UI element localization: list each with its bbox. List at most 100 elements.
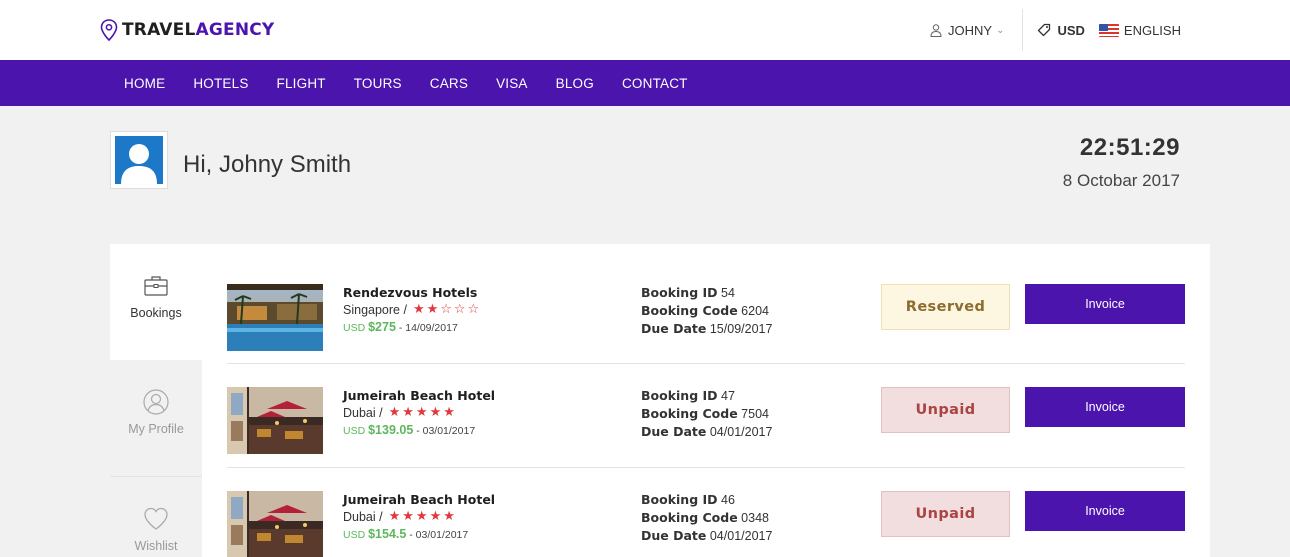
tab-bookings-label: Bookings: [130, 306, 182, 320]
due-date-label: Due Date: [641, 424, 707, 439]
nav-home[interactable]: HOME: [110, 76, 179, 91]
nav-tours[interactable]: TOURS: [340, 76, 416, 91]
booking-info: Booking ID 46 Booking Code 0348 Due Date…: [641, 491, 772, 545]
us-flag-icon: [1098, 23, 1119, 37]
booking-code-value: 0348: [741, 511, 769, 525]
greeting-text: Hi, Johny Smith: [183, 151, 352, 178]
nav-contact[interactable]: CONTACT: [608, 76, 702, 91]
booking-code-label: Booking Code: [641, 303, 738, 318]
hotel-name[interactable]: Jumeirah Beach Hotel: [343, 492, 495, 507]
hotel-terrace-image: [227, 387, 323, 454]
due-date-value: 15/09/2017: [709, 322, 773, 336]
price-line: USD $154.5 - 03/01/2017: [343, 527, 468, 541]
star-rating: ★★★★★: [388, 509, 457, 524]
booking-row: Jumeirah Beach Hotel Dubai / ★★★★★ USD $…: [227, 451, 1185, 557]
user-name: JOHNY: [948, 22, 993, 38]
heart-icon: [144, 507, 168, 530]
booking-info: Booking ID 47 Booking Code 7504 Due Date…: [641, 387, 772, 441]
user-circle-icon: [143, 389, 169, 415]
location-text: Dubai /: [343, 405, 383, 420]
header-divider: [1022, 9, 1024, 51]
booking-id-label: Booking ID: [641, 285, 718, 300]
status-badge: Unpaid: [881, 387, 1010, 433]
language-selector[interactable]: ENGLISH: [1098, 22, 1181, 38]
status-badge: Reserved: [881, 284, 1010, 330]
hotel-location: Dubai / ★★★★★: [343, 405, 457, 420]
chevron-down-icon: ⌄: [996, 24, 1005, 36]
invoice-button[interactable]: Invoice: [1025, 284, 1185, 324]
tab-my-profile[interactable]: My Profile: [110, 360, 202, 476]
location-text: Dubai /: [343, 509, 383, 524]
price-amount: $139.05: [368, 423, 414, 437]
price-currency: USD: [343, 425, 366, 437]
booking-id-value: 54: [721, 286, 735, 300]
booking-id-value: 47: [721, 389, 735, 403]
invoice-button[interactable]: Invoice: [1025, 387, 1185, 427]
clock-time: 22:51:29: [1079, 134, 1180, 161]
logo-text-travel: TRAVEL: [122, 20, 196, 40]
price-line: USD $275 - 14/09/2017: [343, 320, 458, 334]
user-menu[interactable]: JOHNY ⌄: [930, 23, 1004, 38]
language-label: ENGLISH: [1123, 22, 1181, 38]
hotel-terrace-image: [227, 491, 323, 557]
price-currency: USD: [343, 529, 366, 541]
booking-id-label: Booking ID: [641, 492, 718, 507]
clock-date: 8 Octobar 2017: [1062, 171, 1180, 190]
star-rating: ★★★★★: [388, 405, 457, 420]
nav-cars[interactable]: CARS: [416, 76, 482, 91]
main-nav: HOME HOTELS FLIGHT TOURS CARS VISA BLOG …: [0, 60, 1290, 106]
due-date-value: 04/01/2017: [709, 425, 773, 439]
nav-visa[interactable]: VISA: [482, 76, 542, 91]
booking-date: - 14/09/2017: [398, 322, 458, 334]
tag-icon: [1038, 23, 1051, 37]
location-text: Singapore /: [343, 302, 407, 317]
top-header: TRAVEL AGENCY JOHNY ⌄ USD ENGLISH: [0, 0, 1290, 60]
due-date-label: Due Date: [641, 528, 707, 543]
logo-text-agency: AGENCY: [195, 20, 275, 40]
booking-date: - 03/01/2017: [416, 425, 476, 437]
hotel-name[interactable]: Rendezvous Hotels: [343, 285, 477, 300]
price-currency: USD: [343, 322, 366, 334]
price-amount: $154.5: [368, 527, 407, 541]
hotel-location: Singapore / ★★☆☆☆: [343, 302, 481, 317]
due-date-label: Due Date: [641, 321, 707, 336]
invoice-button[interactable]: Invoice: [1025, 491, 1185, 531]
hotel-thumbnail[interactable]: [227, 387, 323, 454]
booking-info: Booking ID 54 Booking Code 6204 Due Date…: [641, 284, 772, 338]
booking-id-value: 46: [721, 493, 735, 507]
booking-id-label: Booking ID: [641, 388, 718, 403]
star-rating: ★★☆☆☆: [412, 302, 482, 317]
avatar[interactable]: [110, 131, 168, 189]
price-line: USD $139.05 - 03/01/2017: [343, 423, 475, 437]
nav-hotels[interactable]: HOTELS: [179, 76, 262, 91]
tab-wishlist-label: Wishlist: [134, 539, 178, 553]
dashboard-panel: Bookings My Profile Wishlist Rendezvous …: [110, 244, 1210, 557]
booking-code-label: Booking Code: [641, 510, 738, 525]
user-avatar-icon: [115, 136, 163, 184]
nav-flight[interactable]: FLIGHT: [263, 76, 340, 91]
booking-row: Rendezvous Hotels Singapore / ★★☆☆☆ USD …: [227, 244, 1185, 351]
brand-logo[interactable]: TRAVEL AGENCY: [100, 19, 274, 41]
booking-code-value: 6204: [741, 304, 769, 318]
hotel-name[interactable]: Jumeirah Beach Hotel: [343, 388, 495, 403]
booking-code-value: 7504: [741, 407, 769, 421]
hotel-location: Dubai / ★★★★★: [343, 509, 457, 524]
briefcase-icon: [144, 276, 168, 296]
hotel-pool-image: [227, 284, 323, 351]
map-pin-icon: [100, 19, 118, 41]
status-badge: Unpaid: [881, 491, 1010, 537]
hotel-thumbnail[interactable]: [227, 491, 323, 557]
tab-wishlist[interactable]: Wishlist: [110, 476, 202, 557]
due-date-value: 04/01/2017: [709, 529, 773, 543]
price-amount: $275: [368, 320, 396, 334]
hotel-thumbnail[interactable]: [227, 284, 323, 351]
currency-label: USD: [1057, 22, 1085, 38]
tab-bookings[interactable]: Bookings: [110, 244, 202, 360]
booking-code-label: Booking Code: [641, 406, 738, 421]
booking-row: Jumeirah Beach Hotel Dubai / ★★★★★ USD $…: [227, 347, 1185, 454]
tab-my-profile-label: My Profile: [128, 422, 184, 436]
currency-selector[interactable]: USD: [1037, 22, 1085, 38]
booking-date: - 03/01/2017: [409, 529, 469, 541]
nav-blog[interactable]: BLOG: [542, 76, 608, 91]
user-icon: [930, 23, 942, 37]
